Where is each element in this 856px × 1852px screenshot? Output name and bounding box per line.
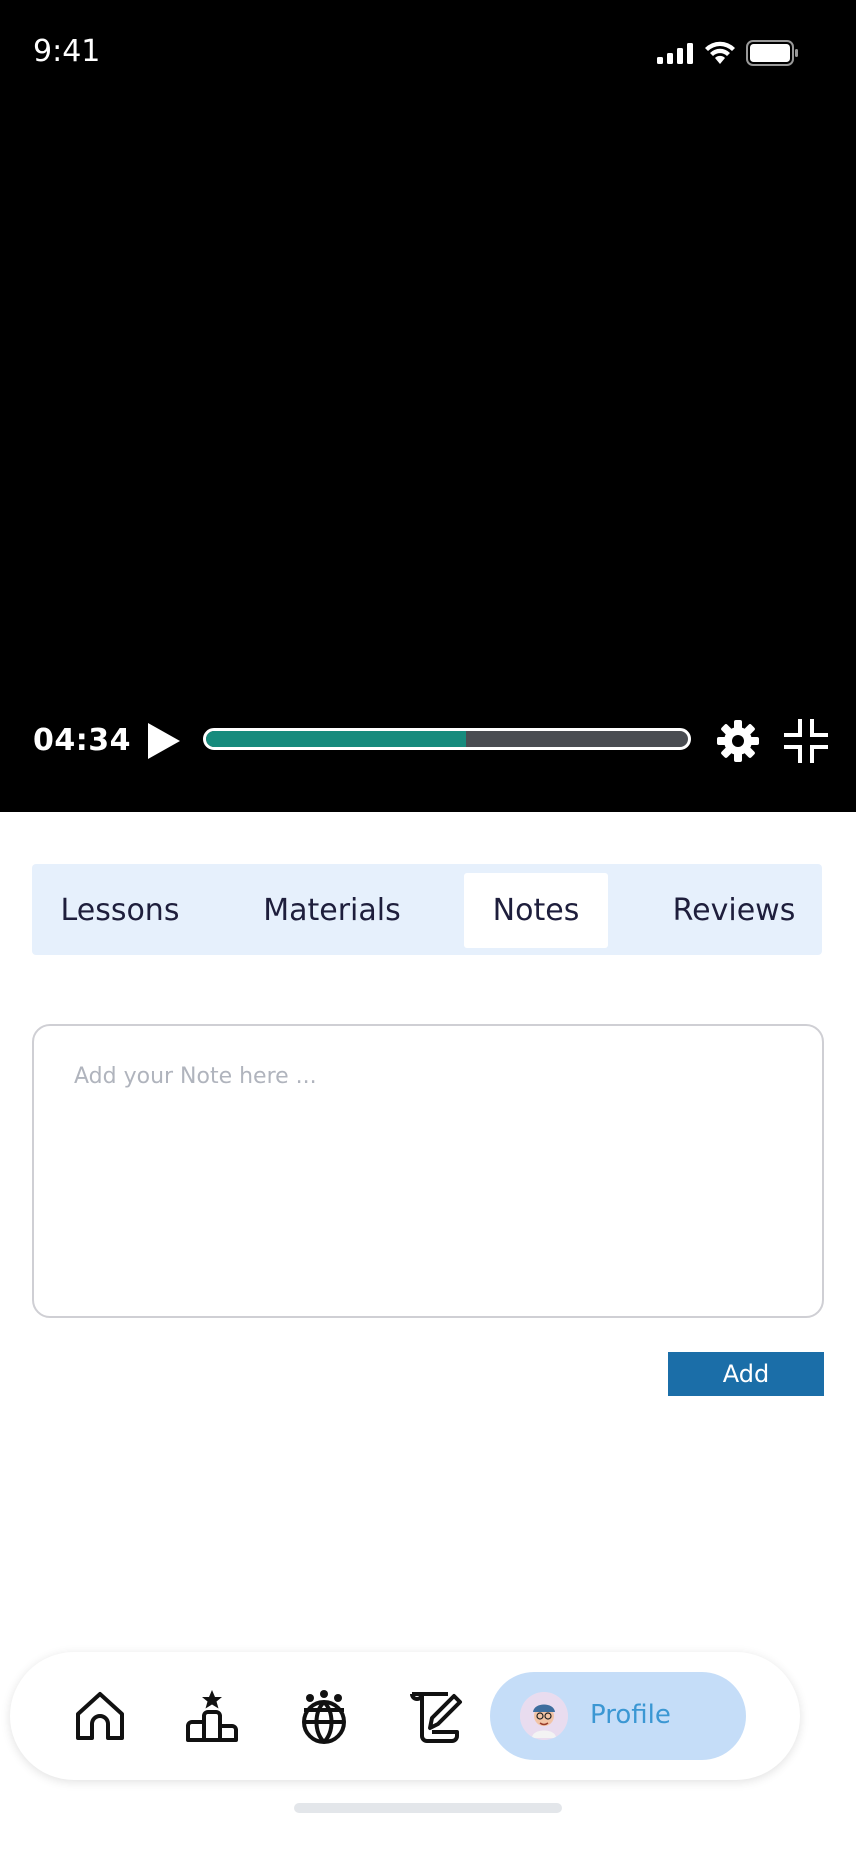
tab-materials[interactable]: Materials	[252, 873, 412, 948]
add-note-button[interactable]: Add	[668, 1352, 824, 1396]
player-controls: 04:34	[0, 715, 856, 767]
certificate-icon[interactable]	[408, 1688, 464, 1744]
avatar	[520, 1692, 568, 1740]
profile-label: Profile	[590, 1700, 671, 1730]
avatar-image	[520, 1692, 568, 1740]
community-icon[interactable]	[296, 1688, 352, 1744]
tab-notes[interactable]: Notes	[464, 873, 608, 948]
collapse-icon[interactable]	[784, 719, 828, 763]
home-indicator	[294, 1803, 562, 1813]
video-player[interactable]: 9:41 04:34	[0, 0, 856, 812]
leaderboard-icon[interactable]	[184, 1688, 240, 1744]
tab-reviews[interactable]: Reviews	[660, 873, 808, 948]
progress-bar[interactable]	[203, 728, 691, 750]
note-placeholder: Add your Note here ...	[74, 1064, 317, 1089]
signal-icon	[657, 43, 693, 64]
gear-icon[interactable]	[716, 719, 760, 763]
battery-icon	[746, 40, 798, 66]
status-icons	[656, 40, 800, 66]
progress-fill	[206, 731, 467, 747]
tab-lessons[interactable]: Lessons	[50, 873, 190, 948]
status-time: 9:41	[33, 34, 101, 69]
home-icon[interactable]	[72, 1688, 128, 1744]
wifi-icon	[705, 41, 735, 64]
current-time: 04:34	[33, 723, 131, 758]
profile-tab[interactable]: Profile	[490, 1672, 746, 1760]
course-tabs: Lessons Materials Notes Reviews	[32, 864, 822, 955]
play-icon[interactable]	[144, 719, 184, 763]
bottom-nav: Profile	[10, 1652, 800, 1780]
note-textarea[interactable]: Add your Note here ...	[32, 1024, 824, 1318]
